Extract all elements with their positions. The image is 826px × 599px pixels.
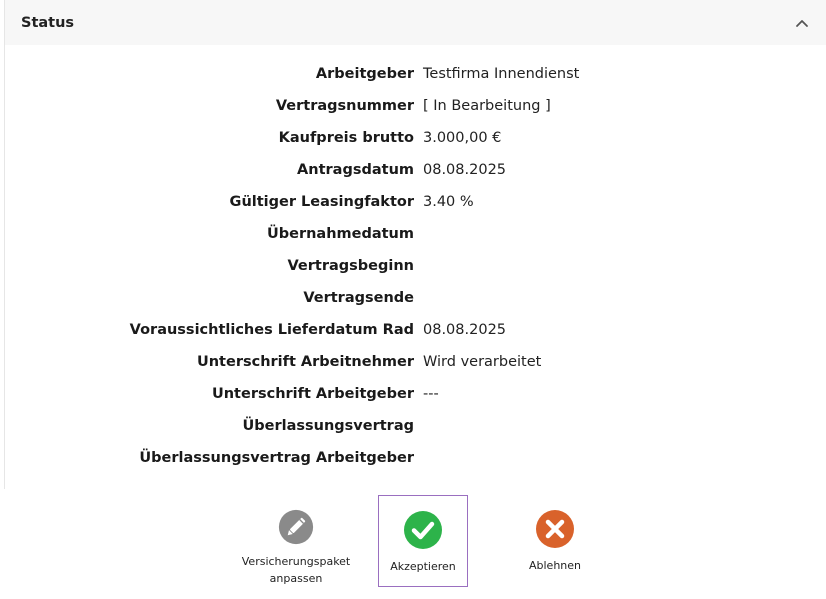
row-value: [ In Bearbeitung ] — [423, 98, 551, 114]
row-vertragsbeginn: Vertragsbeginn — [5, 250, 826, 282]
reject-button-label: Ablehnen — [528, 559, 581, 572]
accept-button[interactable]: Akzeptieren — [378, 495, 468, 587]
status-rows: Arbeitgeber Testfirma Innendienst Vertra… — [5, 58, 826, 474]
row-value: 08.08.2025 — [423, 322, 507, 338]
row-ueberlassungsvertrag: Überlassungsvertrag — [5, 410, 826, 442]
status-panel: Status Arbeitgeber Testfirma Innendienst… — [4, 0, 826, 489]
row-lieferdatum: Voraussichtliches Lieferdatum Rad 08.08.… — [5, 314, 826, 346]
pencil-icon — [278, 509, 314, 545]
row-value: Wird verarbeitet — [423, 354, 542, 370]
row-label: Übernahmedatum — [266, 226, 414, 242]
panel-header[interactable]: Status — [5, 0, 826, 45]
row-label: Unterschrift Arbeitgeber — [211, 386, 414, 402]
action-bar: Versicherungspaket anpassen Akzeptieren … — [0, 489, 826, 599]
row-value: Testfirma Innendienst — [423, 66, 580, 82]
row-value: --- — [423, 386, 439, 402]
chevron-up-icon[interactable] — [792, 13, 812, 33]
reject-button[interactable]: Ablehnen — [515, 495, 595, 587]
row-value: 08.08.2025 — [423, 162, 507, 178]
row-value: 3.000,00 € — [423, 130, 502, 146]
row-leasingfaktor: Gültiger Leasingfaktor 3.40 % — [5, 186, 826, 218]
row-label: Überlassungsvertrag — [242, 418, 415, 434]
row-kaufpreis: Kaufpreis brutto 3.000,00 € — [5, 122, 826, 154]
edit-button-label-line1: Versicherungspaket — [241, 555, 351, 568]
row-label: Voraussichtliches Lieferdatum Rad — [129, 322, 414, 338]
row-vertragsende: Vertragsende — [5, 282, 826, 314]
row-label: Vertragsende — [303, 290, 414, 306]
row-label: Unterschrift Arbeitnehmer — [196, 354, 414, 370]
row-label: Arbeitgeber — [315, 66, 414, 82]
accept-button-label: Akzeptieren — [390, 560, 456, 573]
row-label: Vertragsbeginn — [287, 258, 415, 274]
row-vertragsnummer: Vertragsnummer [ In Bearbeitung ] — [5, 90, 826, 122]
row-unterschrift-arbeitnehmer: Unterschrift Arbeitnehmer Wird verarbeit… — [5, 346, 826, 378]
row-antragsdatum: Antragsdatum 08.08.2025 — [5, 154, 826, 186]
panel-title: Status — [21, 14, 75, 31]
row-ueberlassungsvertrag-arbeitgeber: Überlassungsvertrag Arbeitgeber — [5, 442, 826, 474]
row-unterschrift-arbeitgeber: Unterschrift Arbeitgeber --- — [5, 378, 826, 410]
row-label: Antragsdatum — [297, 162, 414, 178]
row-uebernahmedatum: Übernahmedatum — [5, 218, 826, 250]
row-label: Überlassungsvertrag Arbeitgeber — [139, 450, 414, 466]
row-label: Kaufpreis brutto — [278, 130, 414, 146]
edit-insurance-button[interactable]: Versicherungspaket anpassen — [236, 495, 356, 587]
x-icon — [536, 510, 574, 548]
edit-button-label-line2: anpassen — [269, 572, 323, 585]
row-value: 3.40 % — [423, 194, 474, 210]
row-arbeitgeber: Arbeitgeber Testfirma Innendienst — [5, 58, 826, 90]
check-icon — [404, 511, 442, 549]
row-label: Vertragsnummer — [275, 98, 414, 114]
row-label: Gültiger Leasingfaktor — [229, 194, 414, 210]
